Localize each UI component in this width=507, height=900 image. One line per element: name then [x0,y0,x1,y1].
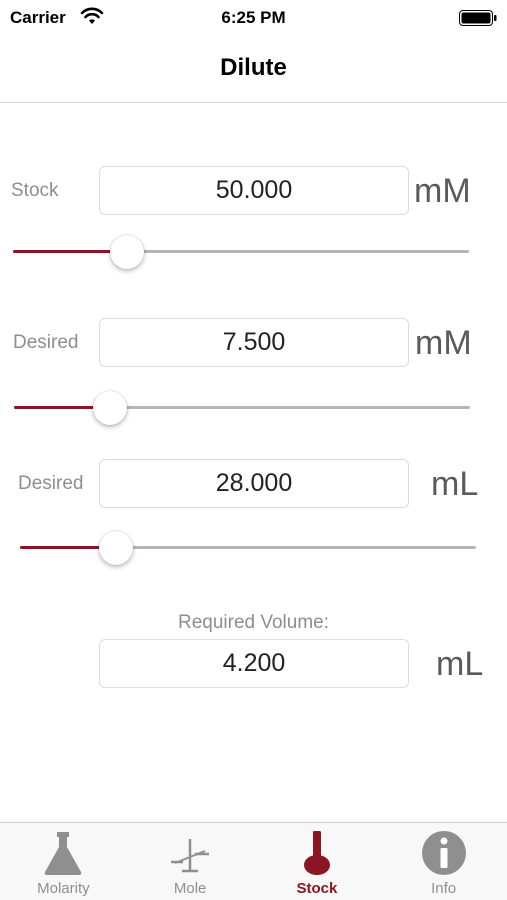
stock-concentration-field[interactable]: 50.000 [99,166,409,215]
tab-label: Stock [296,880,338,897]
info-icon [421,831,466,875]
scale-icon [171,839,210,873]
desired-volume-unit: mL [431,465,479,503]
slider-thumb[interactable] [110,235,144,269]
stock-slider[interactable] [13,232,469,272]
tab-mole[interactable]: Mole [127,823,254,900]
tab-label: Info [431,880,457,897]
desired-concentration-unit: mM [415,324,472,362]
flask-icon [45,832,82,875]
desired-concentration-slider[interactable] [14,388,470,428]
battery-icon [459,10,497,26]
required-volume-field: 4.200 [99,639,409,688]
desired-volume-field[interactable]: 28.000 [99,459,409,508]
tab-info[interactable]: Info [380,823,507,900]
stock-label: Stock [11,180,59,201]
stock-unit: mM [414,172,471,210]
tab-label: Molarity [37,880,90,897]
desired-concentration-field[interactable]: 7.500 [99,318,409,367]
navigation-bar: Dilute [0,36,507,103]
status-bar: Carrier 6:25 PM [0,0,507,36]
slider-thumb[interactable] [92,391,127,425]
slider-thumb[interactable] [98,531,133,565]
tab-label: Mole [173,880,207,897]
tab-stock[interactable]: Stock [254,823,381,900]
tab-bar: Molarity Mole Stock Info [0,822,507,900]
required-volume-label: Required Volume: [177,612,330,633]
status-time: 6:25 PM [221,8,286,27]
desired-concentration-label: Desired [13,332,79,353]
desired-volume-label: Desired [18,473,84,494]
required-volume-unit: mL [436,645,484,683]
desired-volume-slider[interactable] [20,528,476,568]
tab-molarity[interactable]: Molarity [0,823,127,900]
volumetric-flask-icon [303,831,330,875]
page-title: Dilute [220,54,287,81]
